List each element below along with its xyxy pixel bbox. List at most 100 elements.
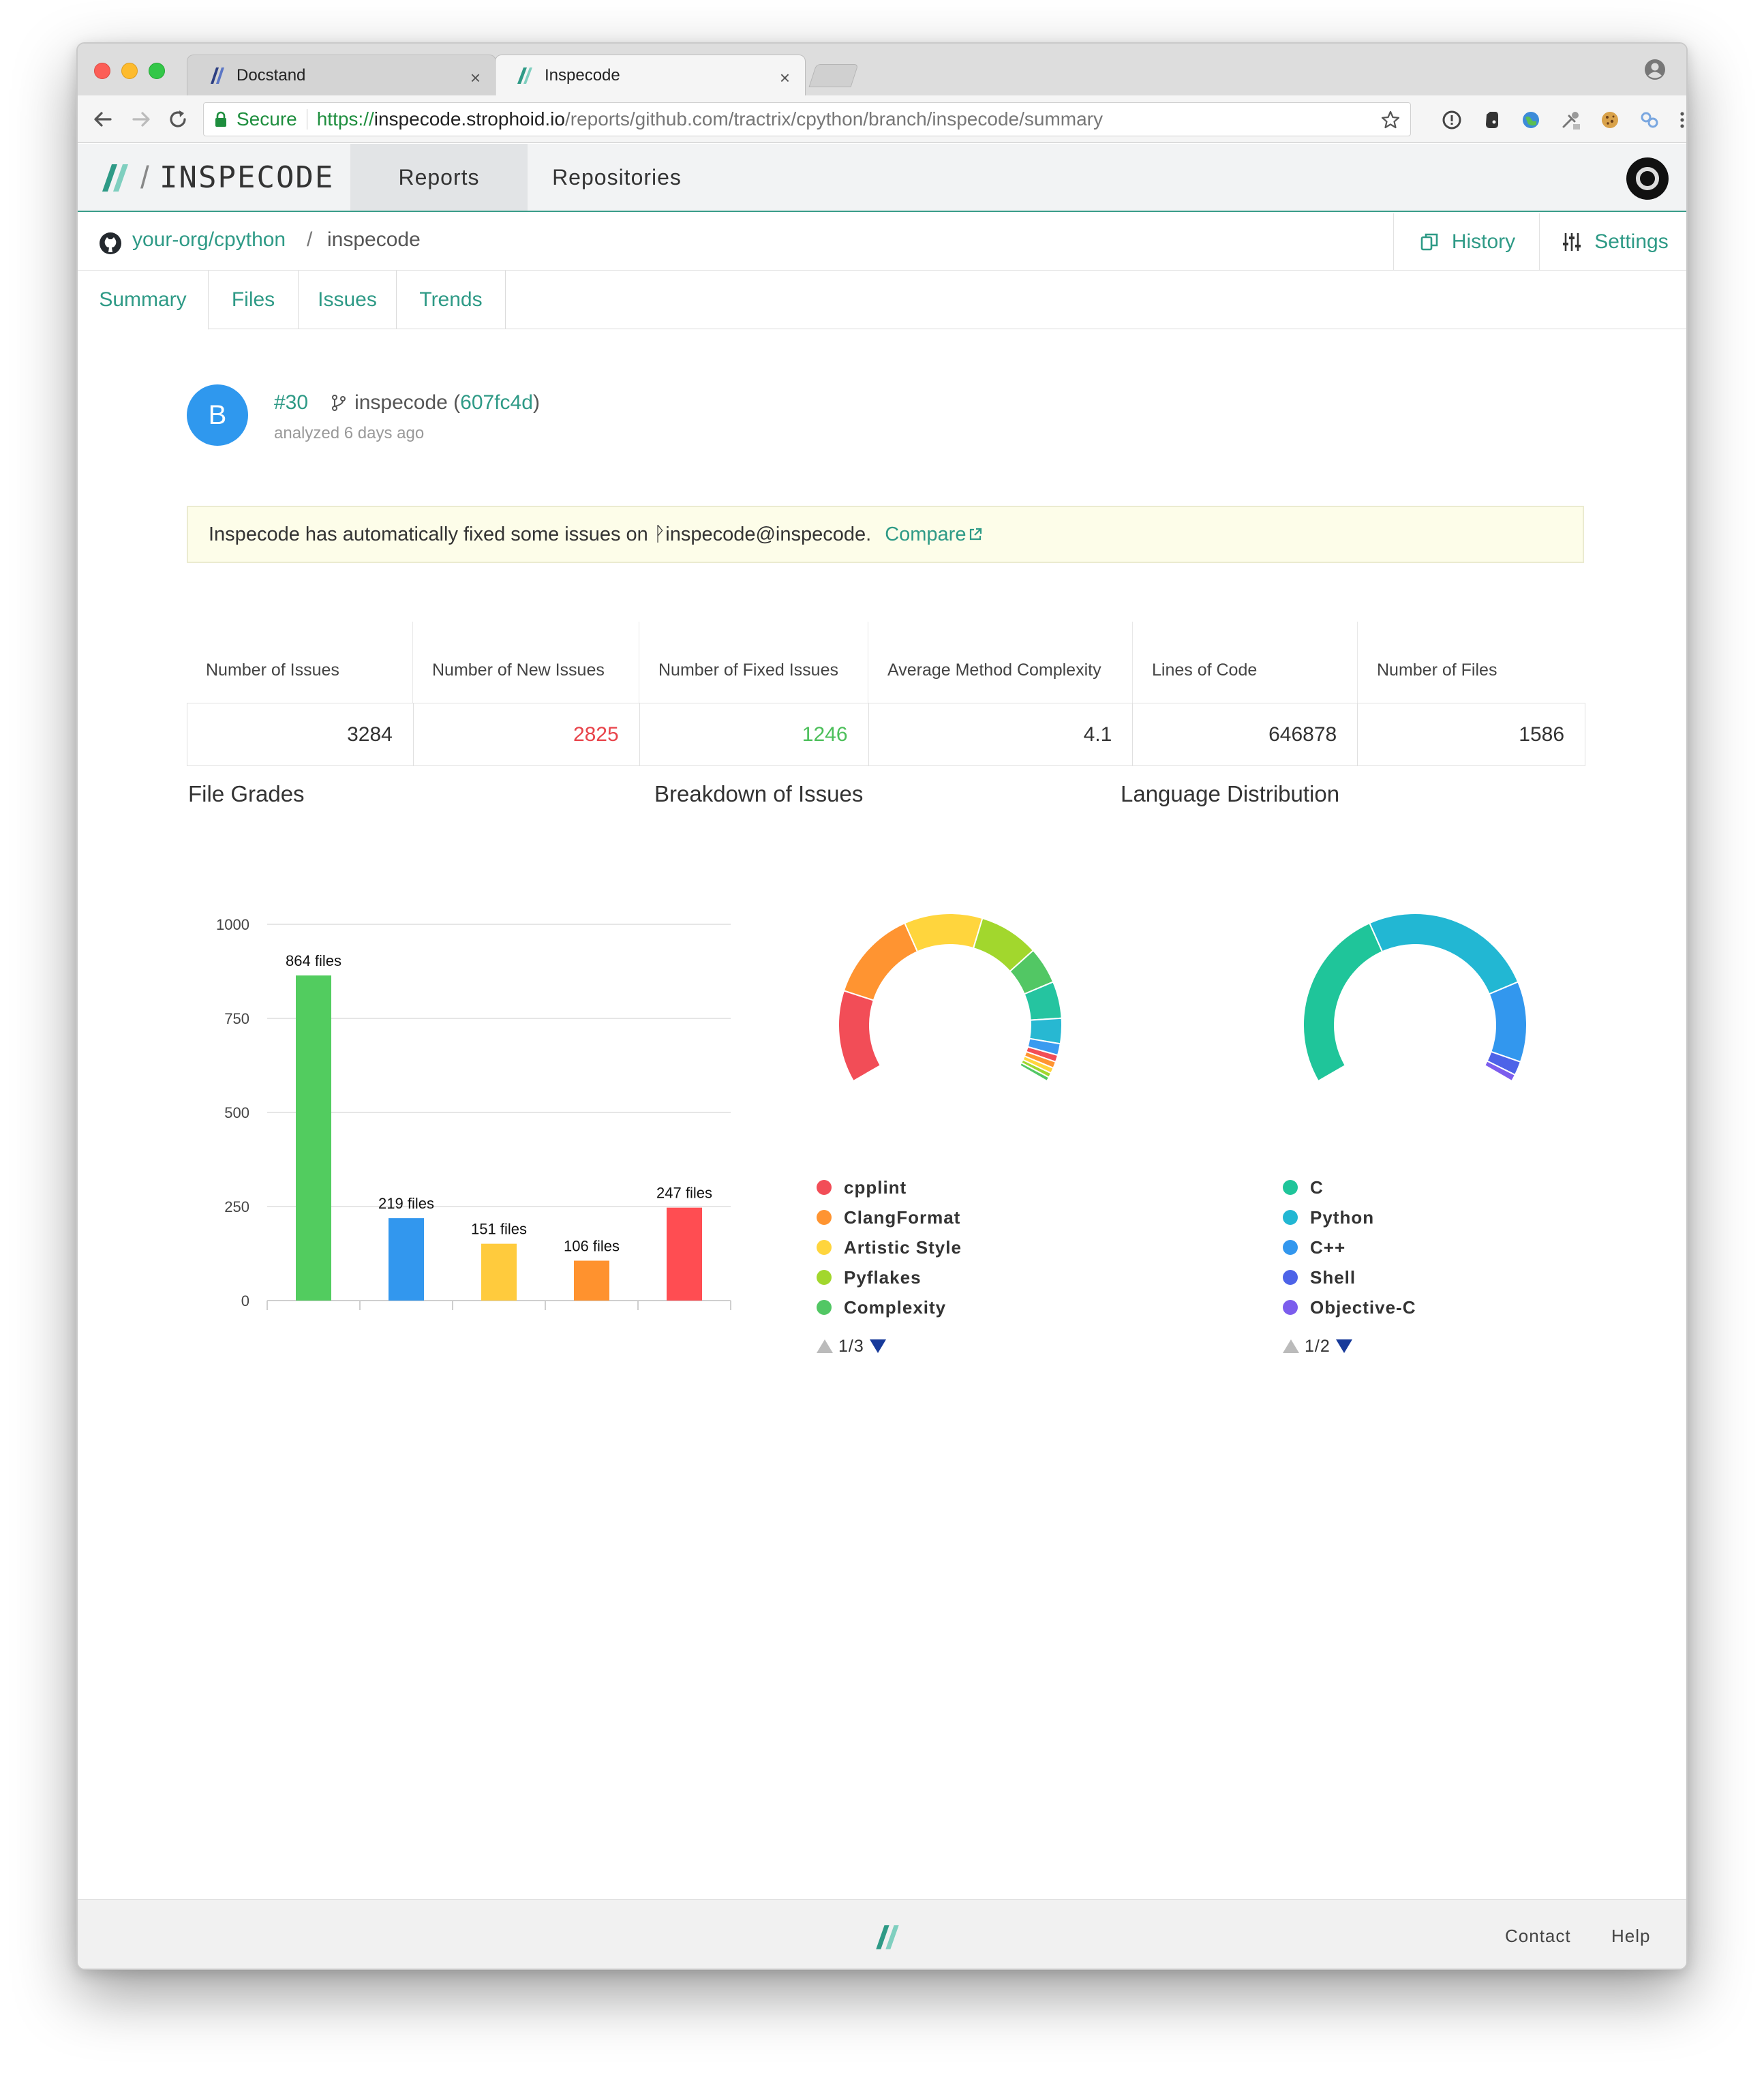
link-extension-icon[interactable] <box>1639 109 1660 131</box>
browser-profile-icon[interactable] <box>1644 59 1666 80</box>
analysis-time: analyzed 6 days ago <box>274 424 425 442</box>
stats-header: Number of Fixed Issues <box>639 622 868 703</box>
settings-button[interactable]: Settings <box>1539 213 1686 271</box>
legend-label: Objective-C <box>1310 1296 1416 1318</box>
fixed-issues-count: 1246 <box>640 703 869 765</box>
legend-dot <box>1283 1210 1298 1225</box>
maximize-window-button[interactable] <box>149 63 165 79</box>
browser-tab-inspecode[interactable]: Inspecode × <box>495 55 806 95</box>
bar-data-label: 247 files <box>656 1185 712 1202</box>
eyedropper-extension-icon[interactable] <box>1560 109 1581 131</box>
stats-header: Lines of Code <box>1133 622 1358 703</box>
legend-label: cpplint <box>844 1177 907 1198</box>
new-issues-count: 2825 <box>414 703 640 765</box>
legend-dot <box>817 1210 832 1225</box>
stats-table: Number of Issues Number of New Issues Nu… <box>187 622 1586 766</box>
history-label: History <box>1451 230 1516 253</box>
nav-reports[interactable]: Reports <box>350 144 528 211</box>
stats-header: Average Method Complexity <box>868 622 1133 703</box>
minimize-window-button[interactable] <box>121 63 138 79</box>
cookie-extension-icon[interactable] <box>1599 109 1621 131</box>
legend-item[interactable]: Complexity <box>817 1292 962 1322</box>
back-arrow-icon[interactable] <box>90 106 116 132</box>
bookmark-star-icon[interactable] <box>1380 110 1401 130</box>
legend-dot <box>1283 1180 1298 1195</box>
breakdown-title: Breakdown of Issues <box>654 781 864 806</box>
nav-repositories[interactable]: Repositories <box>528 144 706 211</box>
legend-prev-arrow-icon[interactable] <box>1283 1339 1299 1353</box>
breadcrumb-repo-link[interactable]: your-org/cpython <box>132 228 286 252</box>
legend-item[interactable]: Python <box>1283 1202 1416 1232</box>
footer-logo-icon[interactable] <box>872 1922 902 1952</box>
close-window-button[interactable] <box>94 63 110 79</box>
stats-header-row: Number of Issues Number of New Issues Nu… <box>187 622 1585 703</box>
history-button[interactable]: History <box>1393 213 1539 271</box>
y-tick-label: 500 <box>224 1104 249 1121</box>
analysis-branch: inspecode <box>354 391 448 414</box>
legend-dot <box>1283 1240 1298 1255</box>
sliders-icon <box>1563 233 1581 251</box>
analysis-summary-line: #30 inspecode (607fc4d) <box>274 391 540 414</box>
globe-extension-icon[interactable] <box>1520 109 1542 131</box>
donut-slice <box>1488 981 1527 1063</box>
donut-slice <box>1368 913 1519 995</box>
avatar-image <box>1636 167 1659 190</box>
lines-of-code-value: 646878 <box>1133 703 1358 765</box>
stats-header: Number of Files <box>1377 661 1497 680</box>
legend-prev-arrow-icon[interactable] <box>817 1339 833 1353</box>
y-tick-label: 750 <box>224 1010 249 1027</box>
footer-contact-link[interactable]: Contact <box>1505 1926 1571 1947</box>
y-tick-label: 0 <box>241 1292 249 1309</box>
evernote-extension-icon[interactable] <box>1480 109 1502 131</box>
brand-name[interactable]: INSPECODE <box>159 160 334 195</box>
compare-link[interactable]: Compare <box>885 523 966 546</box>
donut-slice <box>842 922 919 1001</box>
legend-pager: 1/3 <box>817 1329 962 1363</box>
legend-item[interactable]: Pyflakes <box>817 1262 962 1292</box>
inspecode-logo-icon[interactable] <box>98 160 132 194</box>
sha-close-paren: ) <box>532 391 540 414</box>
address-bar[interactable]: Secure https:// inspecode.strophoid.io /… <box>203 102 1411 136</box>
close-tab-icon[interactable]: × <box>780 67 790 89</box>
legend-item[interactable]: Shell <box>1283 1262 1416 1292</box>
secure-label: Secure <box>237 108 297 130</box>
commit-sha-link[interactable]: 607fc4d <box>460 391 533 414</box>
breadcrumb: your-org/cpython / inspecode History Set… <box>78 213 1686 271</box>
tab-trends[interactable]: Trends <box>397 271 506 329</box>
languages-legend: C Python C++ Shell Objective-C 1/2 <box>1283 1172 1416 1363</box>
history-icon <box>1420 233 1438 251</box>
tab-issues[interactable]: Issues <box>299 271 397 329</box>
issues-count: 3284 <box>187 703 414 765</box>
legend-pager: 1/2 <box>1283 1329 1416 1363</box>
legend-item[interactable]: Objective-C <box>1283 1292 1416 1322</box>
tab-files[interactable]: Files <box>209 271 299 329</box>
legend-item[interactable]: C++ <box>1283 1232 1416 1262</box>
user-avatar[interactable] <box>1626 157 1669 200</box>
close-tab-icon[interactable]: × <box>470 67 481 89</box>
legend-dot <box>1283 1270 1298 1285</box>
alert-text: Inspecode has automatically fixed some i… <box>209 523 872 545</box>
forward-arrow-icon[interactable] <box>128 106 154 132</box>
legend-item[interactable]: ClangFormat <box>817 1202 962 1232</box>
language-donut-chart <box>1303 913 1527 1082</box>
stats-value-row: 3284 2825 1246 4.1 646878 1586 <box>187 703 1586 766</box>
legend-next-arrow-icon[interactable] <box>869 1339 886 1353</box>
legend-item[interactable]: Artistic Style <box>817 1232 962 1262</box>
analysis-number-link[interactable]: #30 <box>274 391 308 414</box>
new-tab-button[interactable] <box>808 64 859 87</box>
browser-menu-icon[interactable] <box>1671 109 1688 131</box>
external-link-icon[interactable] <box>967 526 984 543</box>
footer-help-link[interactable]: Help <box>1611 1926 1650 1947</box>
info-extension-icon[interactable] <box>1441 109 1463 131</box>
legend-item[interactable]: C <box>1283 1172 1416 1202</box>
legend-item[interactable]: cpplint <box>817 1172 962 1202</box>
browser-tab-docstand[interactable]: Docstand × <box>187 55 496 95</box>
y-tick-label: 250 <box>224 1198 249 1215</box>
tab-summary[interactable]: Summary <box>78 271 209 330</box>
file-grades-chart: 0 250 500 750 1000 864 files A 219 files B 151 fi… <box>216 916 731 1320</box>
legend-dot <box>817 1300 832 1315</box>
bar <box>389 1218 424 1301</box>
reload-icon[interactable] <box>165 106 191 132</box>
legend-next-arrow-icon[interactable] <box>1335 1339 1352 1353</box>
avg-complexity-value: 4.1 <box>869 703 1134 765</box>
